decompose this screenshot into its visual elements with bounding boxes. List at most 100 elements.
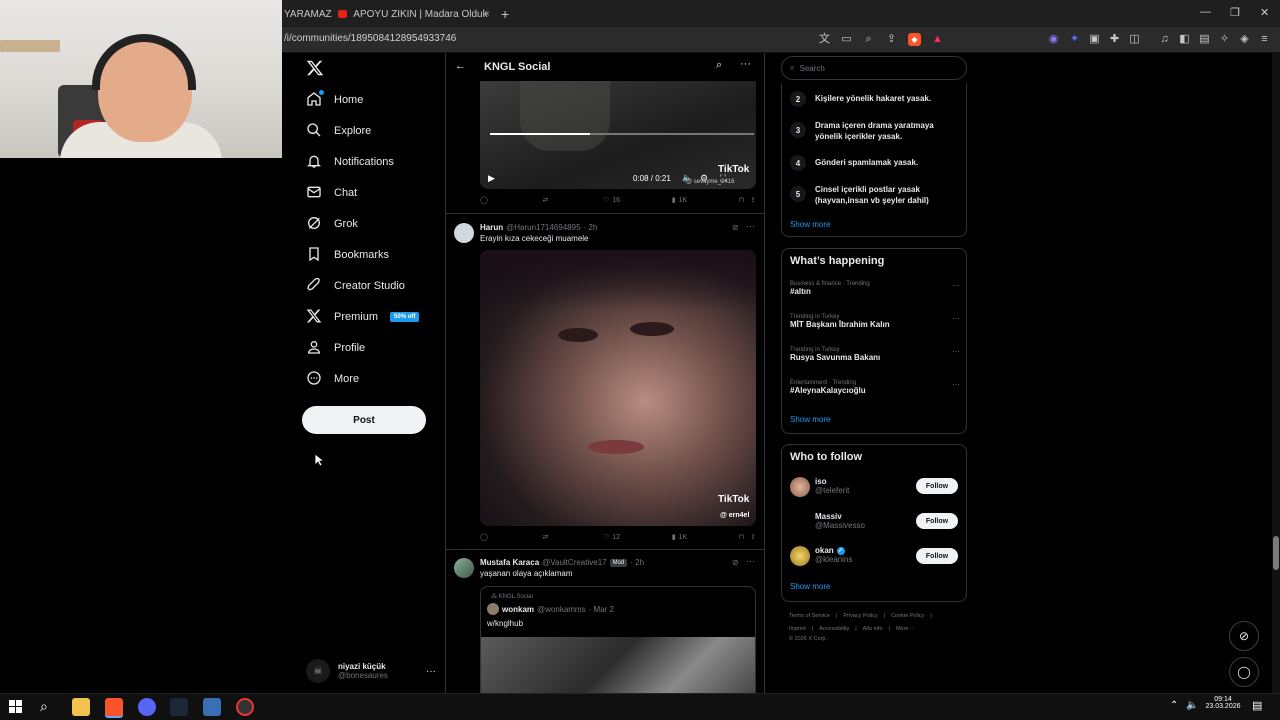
sidebar-item-premium[interactable]: Premium 50% off	[306, 306, 420, 328]
obs-icon[interactable]	[236, 698, 254, 716]
show-more-link[interactable]: Show more	[790, 582, 830, 591]
media-icon[interactable]: ♫	[1158, 33, 1171, 46]
post-button[interactable]: Post	[302, 406, 426, 434]
footer-link[interactable]: Terms of Service	[789, 613, 830, 619]
scrollbar[interactable]	[1272, 53, 1280, 693]
sidebar-item-more[interactable]: More	[306, 368, 359, 390]
app-icon[interactable]	[203, 698, 221, 716]
windows-start-icon[interactable]	[9, 700, 22, 713]
search-input[interactable]: ⌕ Search	[781, 56, 967, 80]
zoom-icon[interactable]: ⌕	[862, 33, 875, 46]
trend-item[interactable]: Business & finance · Trending #altın ···	[790, 281, 960, 296]
account-switcher[interactable]: ☠ niyazi küçük @bonesaures ···	[306, 657, 436, 685]
messages-button[interactable]: ◯	[1229, 657, 1259, 687]
translate-icon[interactable]: 文	[818, 33, 831, 46]
more-icon[interactable]: ···	[740, 58, 751, 70]
show-more-link[interactable]: Show more	[790, 415, 830, 424]
follow-button[interactable]: Follow	[916, 513, 958, 529]
footer-link[interactable]: Cookie Policy	[891, 613, 924, 619]
grok-icon[interactable]: ⊘	[732, 223, 739, 232]
reply-button[interactable]: ◯	[480, 533, 491, 541]
discord-icon[interactable]	[138, 698, 156, 716]
extension-icon[interactable]: ◉	[1047, 33, 1060, 46]
sidebar-item-profile[interactable]: Profile	[306, 337, 365, 359]
follow-button[interactable]: Follow	[916, 478, 958, 494]
author-handle[interactable]: @VaultCreative17	[542, 558, 606, 567]
author-handle[interactable]: @Harun1714694895	[506, 223, 580, 232]
extension-icon[interactable]: ◫	[1128, 33, 1141, 46]
bookmark-button[interactable]: ⊓ ⇪	[739, 196, 756, 204]
steam-icon[interactable]	[170, 698, 188, 716]
more-icon[interactable]: ···	[952, 380, 960, 389]
more-icon[interactable]: ···	[426, 666, 436, 677]
more-icon[interactable]: ···	[746, 221, 755, 231]
file-explorer-icon[interactable]	[72, 698, 90, 716]
puzzle-icon[interactable]: ✚	[1108, 33, 1121, 46]
new-tab-button[interactable]: +	[501, 4, 509, 24]
footer-link[interactable]: Accessibility	[819, 626, 849, 632]
footer-link[interactable]: Privacy Policy	[843, 613, 877, 619]
search-icon[interactable]: ⌕	[716, 59, 722, 72]
sidebar-item-bookmarks[interactable]: Bookmarks	[306, 244, 389, 266]
sidebar-item-grok[interactable]: Grok	[306, 213, 358, 235]
url-field[interactable]: /i/communities/1895084128954933746	[284, 33, 456, 44]
brave-browser-icon[interactable]	[105, 698, 123, 716]
trend-item[interactable]: Trending in Turkey MİT Başkanı İbrahim K…	[790, 314, 960, 329]
notification-icon[interactable]: ▤	[1252, 699, 1262, 712]
sidebar-item-notifications[interactable]: Notifications	[306, 151, 394, 173]
extension-icon[interactable]: ✦	[1068, 33, 1081, 46]
views-button[interactable]: ▮ 1K	[672, 196, 687, 205]
reply-button[interactable]: ◯	[480, 196, 491, 204]
author-name[interactable]: Harun	[480, 223, 503, 232]
back-arrow-icon[interactable]: ←	[455, 60, 466, 72]
video-player[interactable]: TikTok @ ern4el	[480, 250, 756, 526]
avatar[interactable]	[790, 546, 810, 566]
like-button[interactable]: ♡ 16	[603, 196, 620, 205]
more-icon[interactable]: ···	[746, 556, 755, 566]
repost-button[interactable]: ⇄	[542, 196, 551, 204]
video-player[interactable]: ▶ 0:08 / 0:21 🔈 ⚙ ⛶ TikTok @ sevayme_241…	[480, 81, 756, 189]
repost-button[interactable]: ⇄	[542, 533, 551, 541]
trend-item[interactable]: Entertainment · Trending #AleynaKalaycıo…	[790, 380, 960, 395]
grok-button[interactable]: ⊘	[1229, 621, 1259, 651]
more-icon[interactable]: ···	[952, 314, 960, 323]
sidebar-item-explore[interactable]: Explore	[306, 120, 371, 142]
x-logo-icon[interactable]	[306, 59, 324, 82]
grok-icon[interactable]: ⊘	[732, 558, 739, 567]
follow-user[interactable]: okan ✓ @kleanins	[815, 546, 852, 564]
avatar[interactable]	[790, 477, 810, 497]
cast-icon[interactable]: ▭	[840, 33, 853, 46]
like-button[interactable]: ♡ 12	[603, 533, 620, 542]
brave-rewards-icon[interactable]: ▲	[931, 33, 944, 46]
views-button[interactable]: ▮ 1K	[672, 533, 687, 542]
more-icon[interactable]: ···	[952, 347, 960, 356]
sidebar-item-chat[interactable]: Chat	[306, 182, 357, 204]
leo-icon[interactable]: ✧	[1218, 33, 1231, 46]
browser-tab[interactable]: YARAMAZ	[284, 4, 332, 24]
sidebar-item-home[interactable]: Home	[306, 89, 363, 111]
search-icon[interactable]: ⌕	[40, 698, 48, 715]
vpn-icon[interactable]: ◈	[1238, 33, 1251, 46]
author-name[interactable]: Mustafa Karaca	[480, 558, 539, 567]
extension-icon[interactable]: ▣	[1088, 33, 1101, 46]
scrollbar-thumb[interactable]	[1273, 536, 1279, 570]
restore-icon[interactable]: ❐	[1230, 6, 1240, 19]
share-icon[interactable]: ⇪	[885, 33, 898, 46]
footer-link[interactable]: More ···	[896, 626, 916, 632]
tab-close-icon[interactable]: ×	[484, 4, 490, 24]
clock[interactable]: 09:14 23.03.2026	[1200, 696, 1246, 710]
follow-user[interactable]: Massiv @Massivesso	[815, 512, 865, 530]
play-icon[interactable]: ▶	[488, 173, 495, 184]
footer-link[interactable]: Imprint	[789, 626, 806, 632]
browser-tab-active[interactable]: APOYU ZİKİN | Madara Olduk #670	[338, 4, 488, 24]
footer-link[interactable]: Ads info	[863, 626, 883, 632]
avatar[interactable]	[454, 558, 474, 578]
trend-item[interactable]: Trending in Turkey Rusya Savunma Bakanı …	[790, 347, 960, 362]
avatar[interactable]	[454, 223, 474, 243]
tweet-time[interactable]: · 2h	[630, 558, 644, 567]
brave-shield-icon[interactable]: ◆	[908, 33, 921, 46]
more-icon[interactable]: ···	[952, 281, 960, 290]
follow-user[interactable]: iso @teleferit	[815, 477, 849, 495]
close-window-icon[interactable]: ✕	[1260, 6, 1269, 19]
volume-icon[interactable]: 🔈	[1186, 700, 1198, 711]
